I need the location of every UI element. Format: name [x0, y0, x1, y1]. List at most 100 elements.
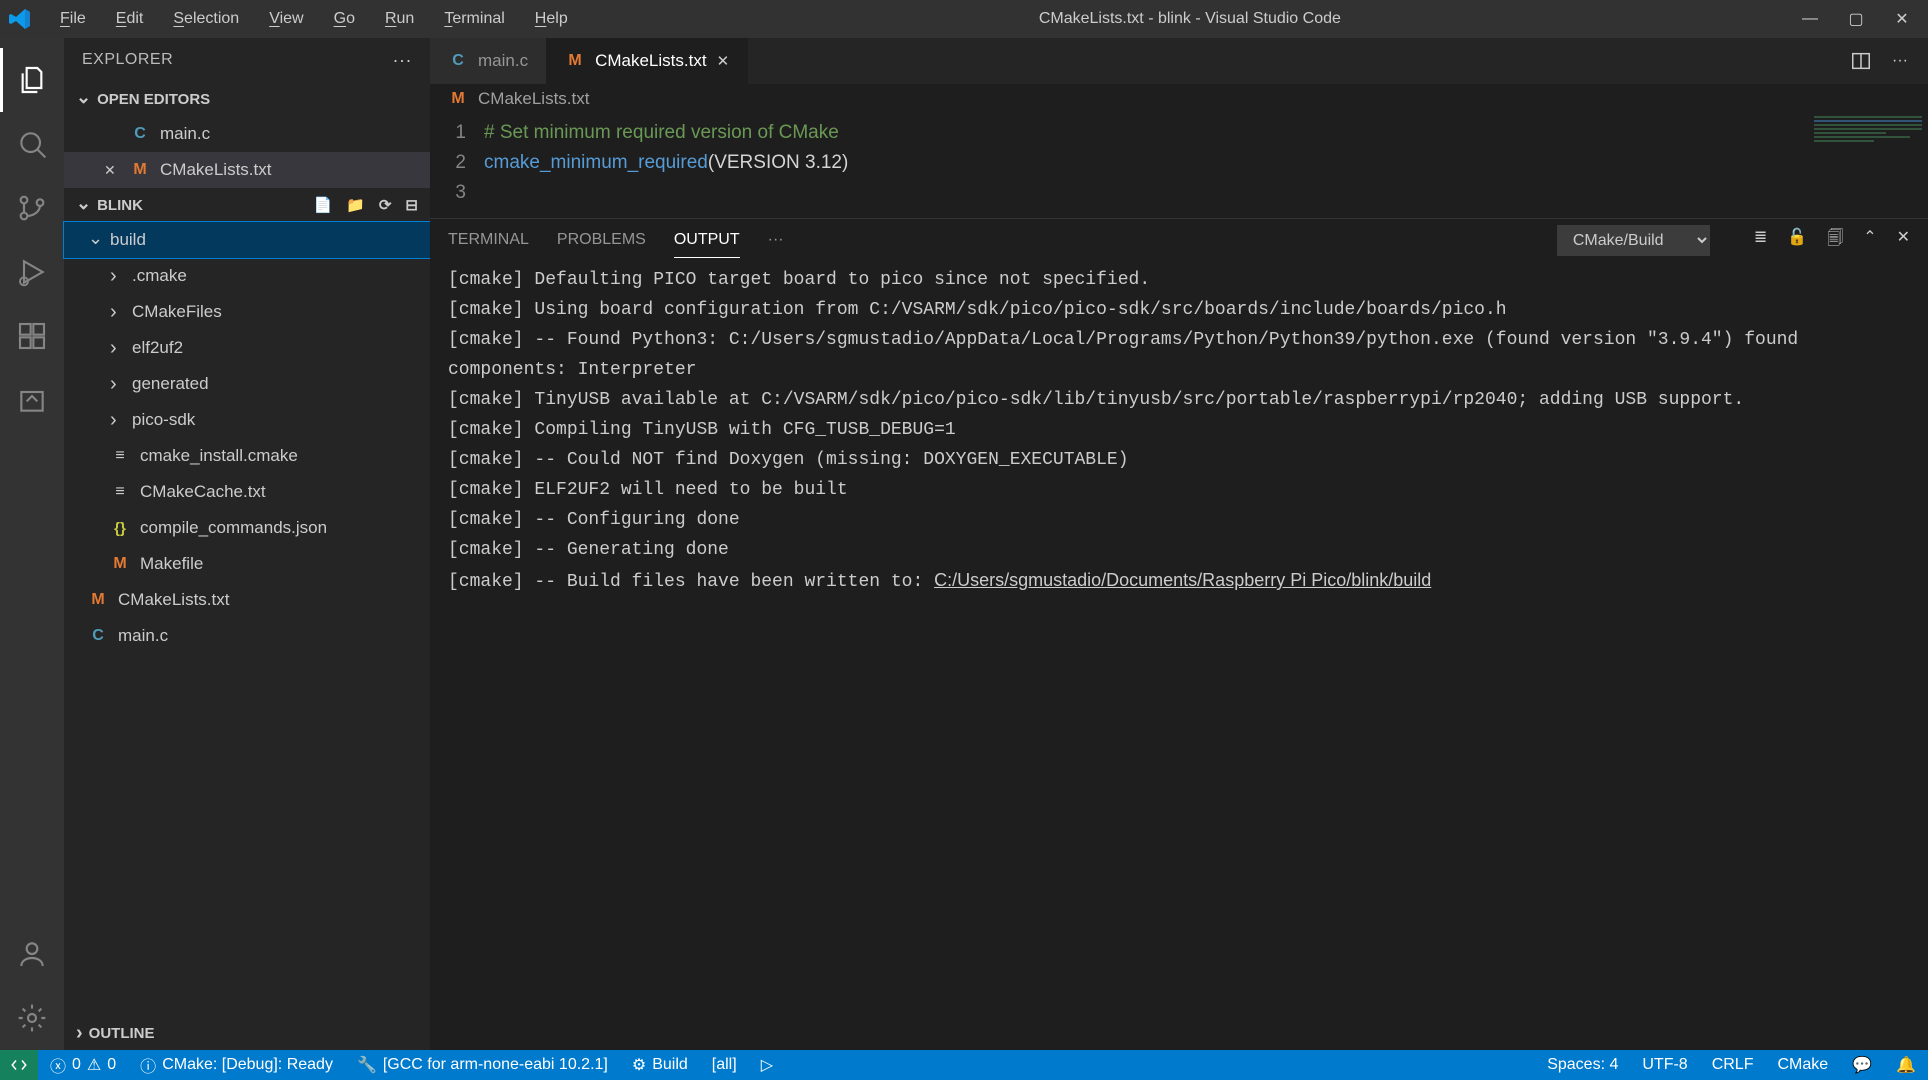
- file-icon: M: [110, 555, 130, 573]
- tree-file[interactable]: ≡cmake_install.cmake: [64, 438, 430, 474]
- tree-file[interactable]: MMakefile: [64, 546, 430, 582]
- play-icon: ▷: [761, 1055, 773, 1075]
- chevron-right-icon: [76, 1022, 83, 1045]
- maximize-button[interactable]: ▢: [1846, 9, 1866, 29]
- minimize-button[interactable]: ―: [1800, 9, 1820, 29]
- file-icon: C: [448, 52, 468, 70]
- status-feedback[interactable]: 💬: [1840, 1050, 1884, 1080]
- panel-tab-output[interactable]: OUTPUT: [674, 223, 740, 258]
- status-encoding[interactable]: UTF-8: [1630, 1050, 1699, 1080]
- window-controls: ― ▢ ✕: [1800, 9, 1920, 29]
- output-open-log-icon[interactable]: 🗐: [1827, 227, 1843, 254]
- status-eol[interactable]: CRLF: [1700, 1050, 1766, 1080]
- window-title: CMakeLists.txt - blink - Visual Studio C…: [580, 10, 1800, 28]
- file-icon: ≡: [110, 483, 130, 501]
- minimap[interactable]: [1808, 114, 1928, 218]
- branch-icon: [16, 192, 48, 224]
- collapse-icon[interactable]: ⊟: [405, 196, 418, 214]
- status-bar: ⓧ0 ⚠0 ⓘ CMake: [Debug]: Ready 🔧 [GCC for…: [0, 1050, 1928, 1080]
- wrench-icon: 🔧: [357, 1055, 377, 1075]
- activity-account[interactable]: [0, 922, 64, 986]
- output-body[interactable]: [cmake] Defaulting PICO target board to …: [430, 261, 1928, 1050]
- refresh-icon[interactable]: ⟳: [379, 196, 392, 214]
- status-spaces[interactable]: Spaces: 4: [1535, 1050, 1630, 1080]
- status-run[interactable]: ▷: [749, 1050, 785, 1080]
- editor-tab[interactable]: Cmain.c: [430, 38, 547, 84]
- activity-scm[interactable]: [0, 176, 64, 240]
- panel-maximize-icon[interactable]: ⌃: [1863, 227, 1876, 254]
- chevron-right-icon: [110, 337, 122, 360]
- activity-explorer[interactable]: [0, 48, 64, 112]
- code-editor[interactable]: 123 # Set minimum required version of CM…: [430, 114, 1928, 218]
- bell-icon: 🔔: [1896, 1055, 1916, 1075]
- new-folder-icon[interactable]: 📁: [346, 196, 365, 214]
- tree-file[interactable]: MCMakeLists.txt: [64, 582, 430, 618]
- panel-tab-terminal[interactable]: TERMINAL: [448, 223, 529, 257]
- output-filter-icon[interactable]: ≣: [1754, 227, 1767, 254]
- chevron-right-icon: [110, 301, 122, 324]
- outline-header[interactable]: OUTLINE: [64, 1016, 430, 1050]
- panel-close-icon[interactable]: ✕: [1897, 227, 1910, 254]
- editor-tab[interactable]: MCMakeLists.txt✕: [547, 38, 748, 84]
- sidebar-explorer: EXPLORER ··· OPEN EDITORS Cmain.c✕MCMake…: [64, 38, 430, 1050]
- tree-folder[interactable]: generated: [64, 366, 430, 402]
- status-cmake[interactable]: ⓘ CMake: [Debug]: Ready: [128, 1050, 345, 1080]
- new-file-icon[interactable]: 📄: [313, 196, 332, 214]
- menu-terminal[interactable]: Terminal: [432, 6, 516, 32]
- split-editor-icon[interactable]: [1850, 50, 1872, 72]
- editor-more-icon[interactable]: ···: [1892, 52, 1908, 70]
- panel-more-icon[interactable]: ···: [768, 231, 784, 249]
- close-icon[interactable]: ✕: [717, 52, 730, 70]
- close-button[interactable]: ✕: [1892, 9, 1912, 29]
- menu-selection[interactable]: Selection: [161, 6, 251, 32]
- status-build[interactable]: ⚙ Build: [620, 1050, 700, 1080]
- menu-file[interactable]: File: [48, 6, 98, 32]
- status-problems[interactable]: ⓧ0 ⚠0: [38, 1050, 128, 1080]
- activity-extensions[interactable]: [0, 304, 64, 368]
- open-editors-header[interactable]: OPEN EDITORS: [64, 82, 430, 116]
- output-channel-select[interactable]: CMake/Build: [1557, 225, 1710, 256]
- file-icon: C: [130, 125, 150, 143]
- tree-folder[interactable]: pico-sdk: [64, 402, 430, 438]
- explorer-more-icon[interactable]: ···: [393, 50, 412, 71]
- status-language[interactable]: CMake: [1765, 1050, 1840, 1080]
- status-kit[interactable]: 🔧 [GCC for arm-none-eabi 10.2.1]: [345, 1050, 620, 1080]
- cmake-file-icon: M: [448, 90, 468, 108]
- status-bell[interactable]: 🔔: [1884, 1050, 1928, 1080]
- tree-file[interactable]: {}compile_commands.json: [64, 510, 430, 546]
- tree-file[interactable]: ≡CMakeCache.txt: [64, 474, 430, 510]
- open-editor-item[interactable]: Cmain.c: [64, 116, 430, 152]
- menu-edit[interactable]: Edit: [104, 6, 156, 32]
- gear-icon: [16, 1002, 48, 1034]
- panel-tab-problems[interactable]: PROBLEMS: [557, 223, 646, 257]
- cmake-icon: [16, 384, 48, 416]
- tree-folder[interactable]: elf2uf2: [64, 330, 430, 366]
- gear-icon: ⚙: [632, 1055, 646, 1075]
- close-icon[interactable]: ✕: [104, 162, 120, 179]
- menu-help[interactable]: Help: [523, 6, 580, 32]
- activity-search[interactable]: [0, 112, 64, 176]
- menu-go[interactable]: Go: [322, 6, 367, 32]
- activity-run-debug[interactable]: [0, 240, 64, 304]
- tree-folder-build[interactable]: build: [64, 222, 430, 258]
- tree-file[interactable]: Cmain.c: [64, 618, 430, 654]
- menu-run[interactable]: Run: [373, 6, 426, 32]
- output-lock-icon[interactable]: 🔓: [1787, 227, 1807, 254]
- menu-view[interactable]: View: [257, 6, 315, 32]
- project-header[interactable]: BLINK 📄 📁 ⟳ ⊟: [64, 188, 430, 222]
- title-bar: File Edit Selection View Go Run Terminal…: [0, 0, 1928, 38]
- activity-bar: [0, 38, 64, 1050]
- file-icon: M: [565, 52, 585, 70]
- status-target[interactable]: [all]: [700, 1050, 749, 1080]
- chevron-right-icon: [110, 373, 122, 396]
- breadcrumb[interactable]: M CMakeLists.txt: [430, 84, 1928, 114]
- remote-indicator[interactable]: [0, 1050, 38, 1080]
- tree-folder[interactable]: .cmake: [64, 258, 430, 294]
- panel: TERMINAL PROBLEMS OUTPUT ··· CMake/Build…: [430, 218, 1928, 1050]
- file-icon: M: [130, 161, 150, 179]
- activity-cmake[interactable]: [0, 368, 64, 432]
- open-editor-item[interactable]: ✕MCMakeLists.txt: [64, 152, 430, 188]
- activity-settings[interactable]: [0, 986, 64, 1050]
- vscode-logo-icon: [8, 7, 32, 31]
- tree-folder[interactable]: CMakeFiles: [64, 294, 430, 330]
